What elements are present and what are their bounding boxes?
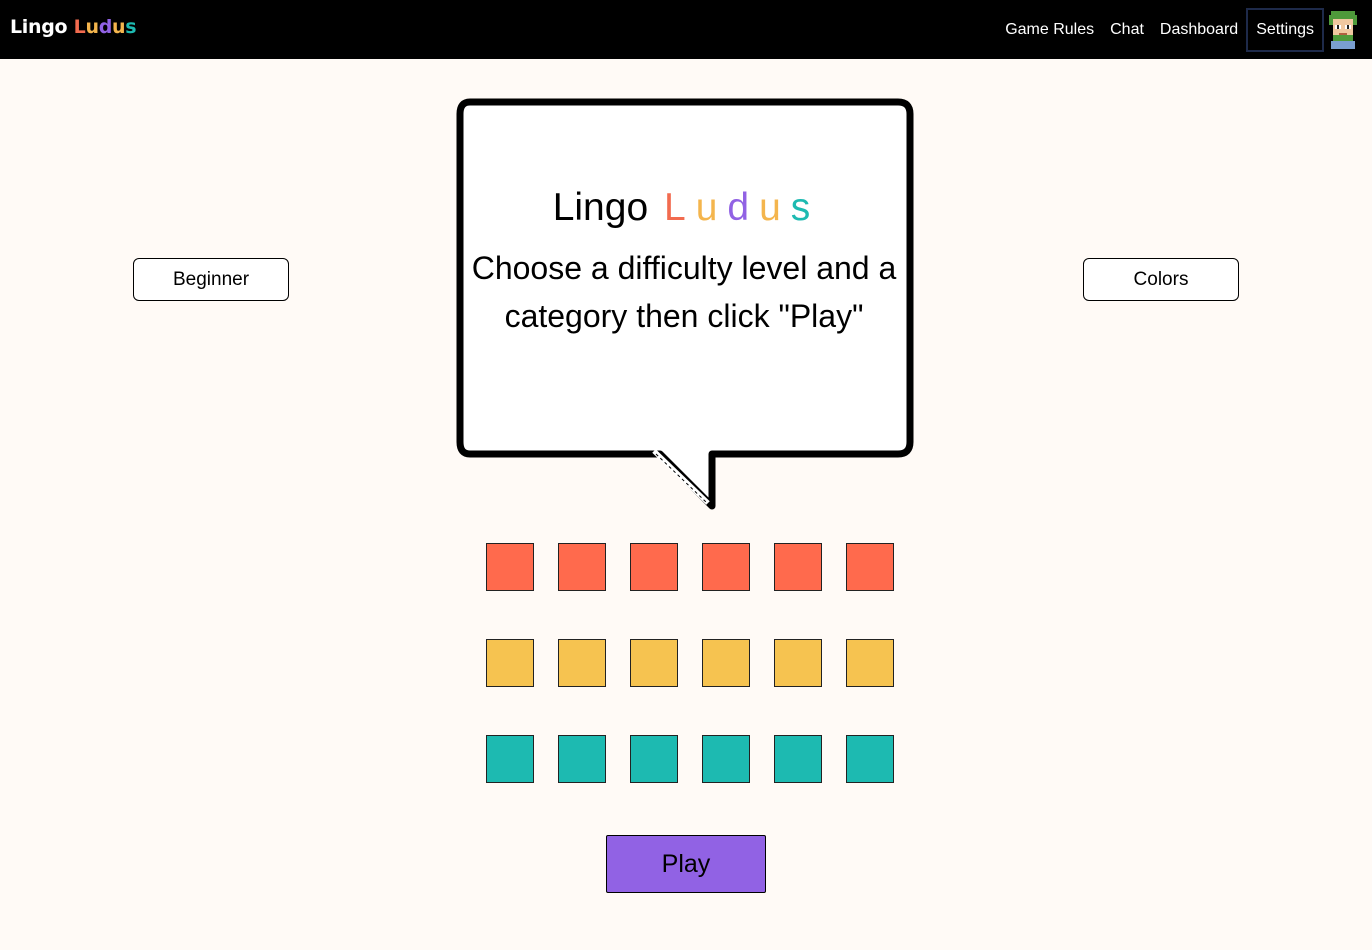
brand-ludus-letter: L bbox=[73, 16, 86, 38]
nav-link-dashboard[interactable]: Dashboard bbox=[1152, 8, 1246, 52]
pixel-avatar-icon[interactable] bbox=[1326, 10, 1360, 49]
ludus-letter: u bbox=[759, 186, 781, 229]
letter-tile bbox=[486, 735, 534, 783]
letter-tile bbox=[558, 543, 606, 591]
letter-tile bbox=[630, 735, 678, 783]
letter-tile bbox=[630, 639, 678, 687]
letter-tile bbox=[486, 543, 534, 591]
bubble-title: Lingo Ludus bbox=[462, 186, 906, 230]
speech-bubble-content: Lingo Ludus Choose a difficulty level an… bbox=[462, 104, 906, 450]
nav-link-chat[interactable]: Chat bbox=[1102, 8, 1152, 52]
letter-tile bbox=[558, 639, 606, 687]
letter-tile bbox=[702, 543, 750, 591]
bubble-instructions-line: Choose a difficulty level and a bbox=[471, 250, 897, 286]
bubble-instructions: Choose a difficulty level and a category… bbox=[462, 244, 906, 340]
ludus-letter: d bbox=[727, 186, 750, 229]
letter-tile bbox=[774, 543, 822, 591]
brand-ludus-letter: d bbox=[98, 16, 113, 38]
category-select-button[interactable]: Colors bbox=[1083, 258, 1239, 301]
brand-ludus: Ludus bbox=[74, 16, 137, 38]
brand-ludus-letter: u bbox=[112, 16, 126, 38]
letter-tile bbox=[486, 639, 534, 687]
brand-prefix: Lingo bbox=[10, 16, 68, 38]
nav-link-settings[interactable]: Settings bbox=[1246, 7, 1324, 52]
ludus-letter: u bbox=[695, 186, 718, 229]
letter-tile bbox=[846, 639, 894, 687]
brand-ludus-letter: s bbox=[125, 16, 137, 38]
bubble-title-ludus: Ludus bbox=[659, 186, 815, 229]
letter-tile bbox=[774, 735, 822, 783]
letter-tile bbox=[630, 543, 678, 591]
ludus-letter: L bbox=[663, 186, 686, 229]
play-button[interactable]: Play bbox=[606, 835, 766, 893]
letter-tile bbox=[702, 639, 750, 687]
ludus-letter: s bbox=[790, 186, 811, 229]
letter-tile bbox=[846, 735, 894, 783]
brand-logo[interactable]: Lingo Ludus bbox=[10, 16, 137, 38]
nav-links: Game Rules Chat Dashboard Settings bbox=[997, 0, 1372, 59]
brand-ludus-letter: u bbox=[85, 16, 99, 38]
letter-tile bbox=[558, 735, 606, 783]
letter-tile bbox=[774, 639, 822, 687]
letter-tile bbox=[846, 543, 894, 591]
difficulty-select-button[interactable]: Beginner bbox=[133, 258, 289, 301]
letter-tile bbox=[702, 735, 750, 783]
top-navbar: Lingo Ludus Game Rules Chat Dashboard Se… bbox=[0, 0, 1372, 59]
bubble-title-prefix: Lingo bbox=[552, 186, 649, 229]
bubble-instructions-line: category then click "Play" bbox=[504, 298, 864, 334]
nav-link-game-rules[interactable]: Game Rules bbox=[997, 8, 1102, 52]
